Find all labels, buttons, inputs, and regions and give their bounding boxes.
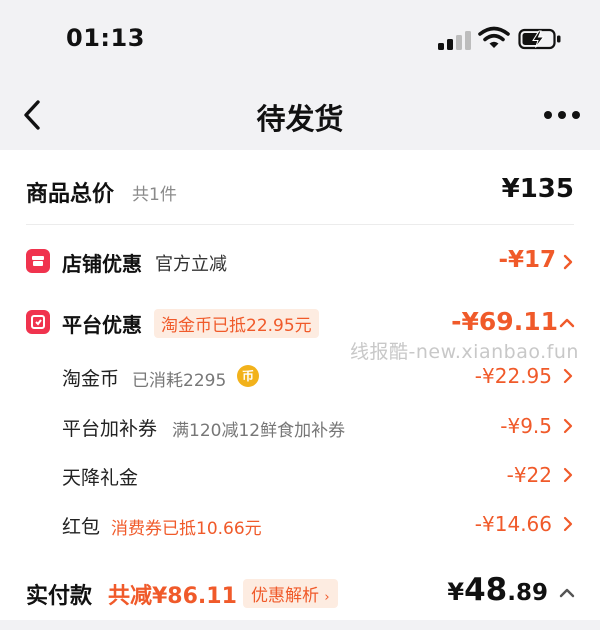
sub-item-desc: 消费券已抵10.66元 [111,519,262,539]
chevron-right-icon: › [324,590,330,605]
more-options-icon[interactable] [544,111,584,121]
status-time: 01:13 [66,24,145,52]
discount-analysis-label: 优惠解析 [251,586,319,606]
sub-item-amount: -¥22 [506,463,552,487]
wifi-icon [478,26,510,48]
payment-currency: ¥ [447,578,465,606]
platform-discount-label: 平台优惠 [62,313,142,337]
chevron-right-icon [563,254,573,270]
chevron-right-icon [563,516,573,532]
price-detail-card: 商品总价 共1件 ¥135 店铺优惠 官方立减 -¥17 平台优惠 淘金币已抵2… [0,150,600,620]
chevron-up-icon[interactable] [558,317,576,329]
sub-item-amount: -¥22.95 [474,364,552,388]
discount-analysis-button[interactable]: 优惠解析 › [243,579,338,608]
shop-discount-amount: -¥17 [498,247,556,273]
shop-discount-row[interactable]: 店铺优惠 官方立减 -¥17 [0,236,600,286]
goods-total-row: 商品总价 共1件 ¥135 [0,150,600,226]
payment-saved-amount: 共减¥86.11 [108,584,237,609]
sub-item-desc: 已消耗2295 [132,371,227,391]
sub-item-label: 淘金币 [62,368,120,390]
shop-icon [26,249,50,273]
watermark-text: 线报酷-new.xianbao.fun [350,341,579,363]
chevron-right-icon [563,467,573,483]
sub-item-gift[interactable]: 天降礼金 -¥22 [0,451,600,497]
nav-bar: 待发货 [0,80,600,150]
cellular-signal-icon [438,30,472,50]
platform-discount-amount: -¥69.11 [451,307,558,336]
sub-item-label: 平台加补券 [62,418,158,440]
goods-total-label: 商品总价 [26,182,115,207]
chevron-up-icon[interactable] [558,587,576,599]
sub-item-amount: -¥9.5 [500,414,552,438]
chevron-right-icon [563,368,573,384]
payment-decimal: .89 [507,580,548,606]
battery-charging-icon [518,28,561,50]
sub-item-desc: 满120减12鲜食加补券 [172,421,346,441]
goods-total-amount: ¥135 [501,174,574,204]
sub-item-label: 天降礼金 [62,467,139,489]
store-icon [32,256,44,266]
goods-count: 共1件 [132,185,177,205]
payment-integer: 48 [464,572,508,608]
shop-discount-desc: 官方立减 [155,254,227,275]
status-bar: 01:13 [0,0,600,80]
sub-item-label: 红包 [62,516,101,538]
divider [26,224,574,225]
page-title: 待发货 [256,102,344,136]
chevron-right-icon [563,418,573,434]
sub-item-amount: -¥14.66 [474,512,552,536]
sub-item-red-packet[interactable]: 红包 消费券已抵10.66元 -¥14.66 [0,500,600,546]
shop-discount-label: 店铺优惠 [62,252,142,276]
payment-label: 实付款 [26,584,93,609]
sub-item-platform-coupon[interactable]: 平台加补券 满120减12鲜食加补券 -¥9.5 [0,402,600,448]
coupon-icon [31,315,45,329]
payment-row: 实付款 共减¥86.11 优惠解析 › ¥48.89 [0,566,600,620]
payment-total: ¥48.89 [447,572,548,608]
platform-icon [26,310,50,334]
coin-icon: 币 [237,365,259,387]
taojinbi-tag: 淘金币已抵22.95元 [154,309,319,338]
